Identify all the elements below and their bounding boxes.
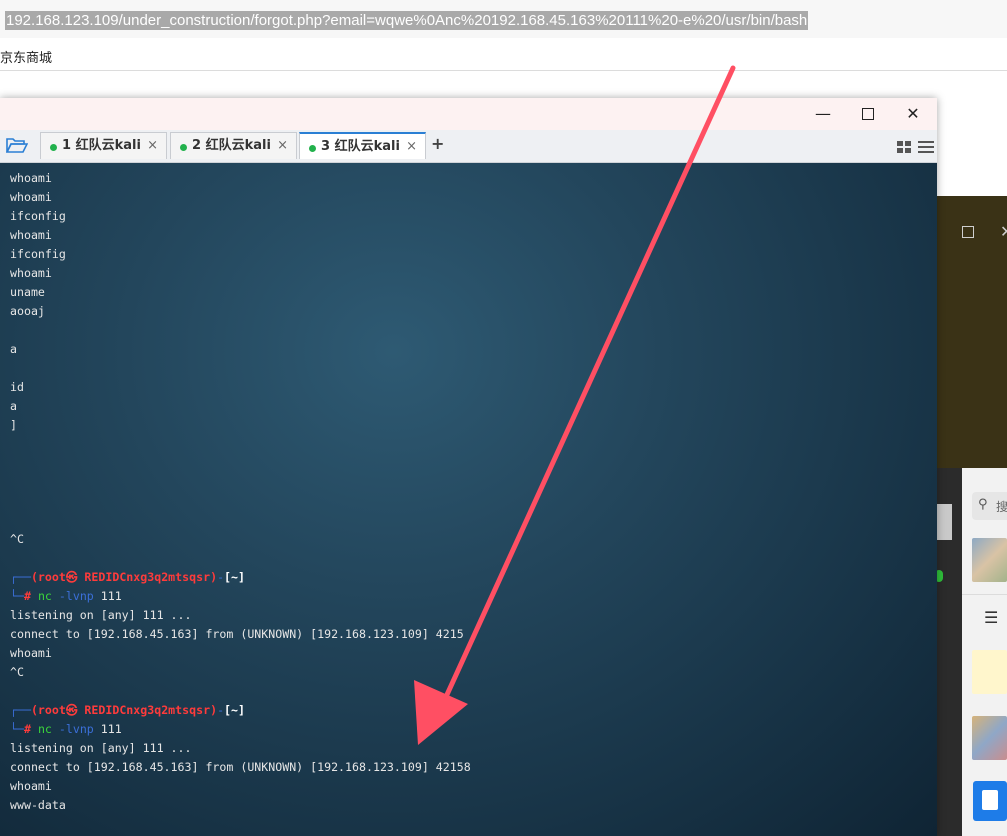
terminal-line: connect to [192.168.45.163] from (UNKNOW…	[10, 627, 464, 641]
minimize-button[interactable]: —	[808, 102, 838, 126]
prompt-user: (root㉿ REDIDCnxg3q2mtsqsr)	[30, 570, 218, 584]
folder-open-icon[interactable]	[6, 137, 28, 153]
new-tab-button[interactable]: +	[431, 134, 444, 153]
bookmark-jd[interactable]: 京东商城	[0, 47, 52, 66]
command-line: └─# nc -lvnp 111	[10, 589, 122, 603]
command-name: nc	[37, 722, 52, 736]
command-name: nc	[37, 589, 52, 603]
tab-bar: 1 红队云kali × 2 红队云kali × 3 红队云kali × +	[0, 130, 937, 163]
terminal-line: ^C	[10, 532, 24, 546]
bookmarks-bar: 京东商城	[0, 38, 1007, 71]
search-placeholder: 搜	[996, 500, 1007, 514]
prompt-user: (root㉿ REDIDCnxg3q2mtsqsr)	[30, 703, 218, 717]
tab-close-icon[interactable]: ×	[277, 133, 288, 159]
maximize-button[interactable]	[853, 102, 883, 126]
connected-dot-icon	[50, 144, 57, 151]
terminal-line: id	[10, 380, 24, 394]
url-text-selected[interactable]: 192.168.123.109/under_construction/forgo…	[5, 11, 809, 30]
terminal-line: connect to [192.168.45.163] from (UNKNOW…	[10, 760, 471, 774]
terminal-line: ]	[10, 418, 17, 432]
terminal-output[interactable]: whoami whoami ifconfig whoami ifconfig w…	[0, 163, 937, 836]
title-bar[interactable]: — ✕	[0, 98, 937, 130]
command-line: └─# nc -lvnp 111	[10, 722, 122, 736]
terminal-lines: whoami whoami ifconfig whoami ifconfig w…	[10, 169, 471, 815]
menu-icon[interactable]	[918, 140, 934, 154]
tab-label: 3 红队云kali	[321, 139, 400, 154]
prompt-line: ┌──(root㉿ REDIDCnxg3q2mtsqsr)-[~]	[10, 570, 245, 584]
command-port: 111	[93, 722, 122, 736]
terminal-line: whoami	[10, 779, 52, 793]
terminal-line: whoami	[10, 266, 52, 280]
terminal-line: www-data	[10, 798, 66, 812]
tab-close-icon[interactable]: ×	[406, 134, 417, 160]
prompt-line: ┌──(root㉿ REDIDCnxg3q2mtsqsr)-[~]	[10, 703, 245, 717]
maximize-icon[interactable]	[962, 226, 974, 238]
chat-avatar-frog[interactable]	[972, 650, 1007, 694]
prompt-dir: [~]	[224, 570, 245, 584]
address-bar[interactable]: 192.168.123.109/under_construction/forgo…	[0, 0, 1007, 38]
tab-1[interactable]: 1 红队云kali ×	[40, 132, 167, 159]
connected-dot-icon	[309, 145, 316, 152]
close-button[interactable]: ✕	[898, 102, 928, 126]
tab-2[interactable]: 2 红队云kali ×	[170, 132, 297, 159]
terminal-line: listening on [any] 111 ...	[10, 608, 192, 622]
chat-avatar-group-2[interactable]	[972, 716, 1007, 760]
tab-3[interactable]: 3 红队云kali ×	[299, 132, 426, 159]
close-icon[interactable]: ✕	[1000, 222, 1007, 241]
terminal-line: whoami	[10, 646, 52, 660]
terminal-window: — ✕ 1 红队云kali × 2 红队云kali × 3 红队云kali × …	[0, 98, 937, 836]
connected-dot-icon	[180, 144, 187, 151]
command-port: 111	[93, 589, 122, 603]
terminal-line: uname	[10, 285, 45, 299]
terminal-line: aooaj	[10, 304, 45, 318]
command-args: -lvnp	[51, 722, 94, 736]
terminal-line: whoami	[10, 190, 52, 204]
terminal-line: whoami	[10, 171, 52, 185]
list-icon[interactable]: ☰	[984, 608, 998, 627]
terminal-line: ifconfig	[10, 247, 66, 261]
terminal-line: ifconfig	[10, 209, 66, 223]
terminal-line: a	[10, 399, 17, 413]
chat-avatar-group[interactable]	[972, 538, 1007, 582]
chat-search-input[interactable]: ⚲ 搜	[972, 492, 1007, 520]
terminal-line: listening on [any] 111 ...	[10, 741, 192, 755]
divider	[962, 594, 1007, 595]
terminal-line: ^C	[10, 665, 24, 679]
terminal-line: a	[10, 342, 17, 356]
command-args: -lvnp	[51, 589, 94, 603]
document-icon[interactable]	[973, 781, 1007, 821]
terminal-line: whoami	[10, 228, 52, 242]
tab-label: 2 红队云kali	[192, 138, 271, 153]
search-icon: ⚲	[978, 497, 988, 512]
tab-label: 1 红队云kali	[62, 138, 141, 153]
prompt-dir: [~]	[224, 703, 245, 717]
maximize-icon	[862, 108, 874, 120]
grid-layout-icon[interactable]	[897, 141, 911, 153]
tab-close-icon[interactable]: ×	[147, 133, 158, 159]
